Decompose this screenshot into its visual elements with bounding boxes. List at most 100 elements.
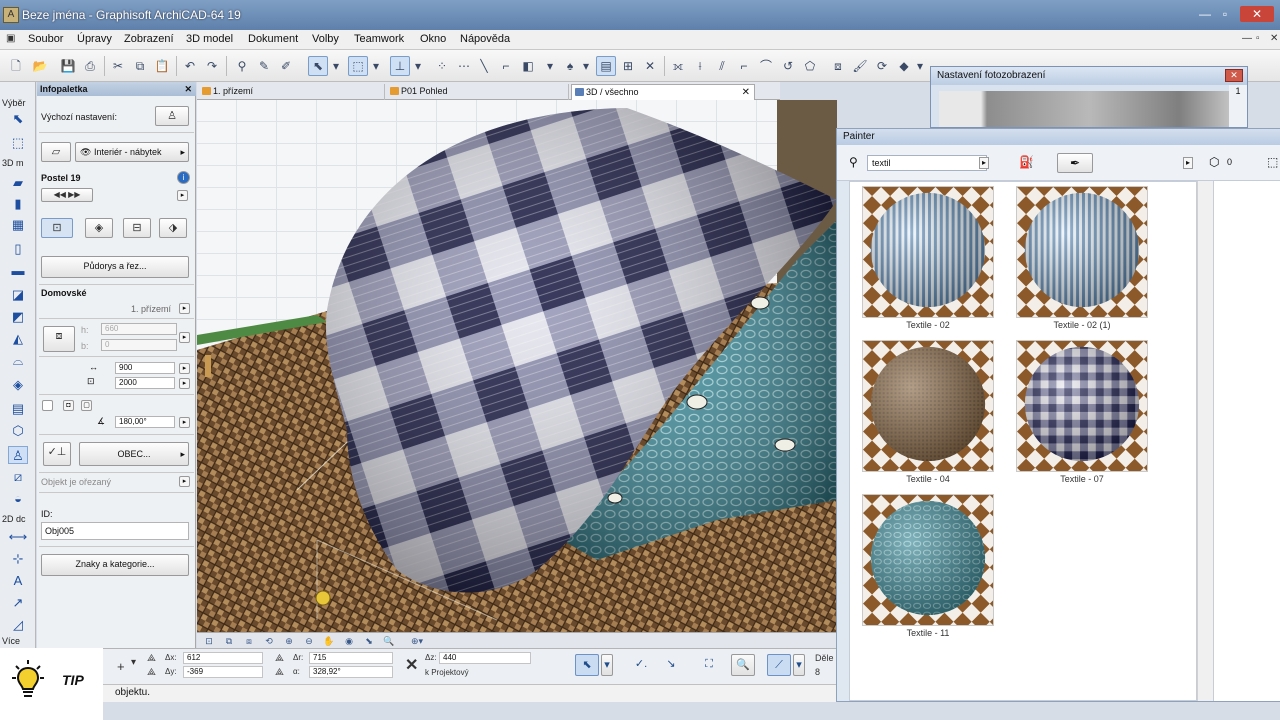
mesh-tool-icon[interactable]: ◒: [8, 490, 28, 508]
paint-bucket-icon[interactable]: ⛽: [1019, 155, 1034, 169]
close-icon[interactable]: ✕: [1225, 69, 1243, 82]
hand-icon[interactable]: ✋: [323, 635, 335, 647]
skylight-tool-icon[interactable]: ◈: [8, 376, 28, 394]
chevron-right-icon[interactable]: ▸: [179, 303, 190, 314]
wall-tool-icon[interactable]: ▰: [8, 174, 28, 192]
arrow-select-icon[interactable]: ⬉: [308, 56, 328, 76]
menu-dokument[interactable]: Dokument: [248, 33, 298, 45]
marquee-icon[interactable]: ⬚: [348, 56, 368, 76]
shell-tool-icon[interactable]: ⌓: [8, 352, 28, 370]
app-menu-icon[interactable]: ▣: [6, 33, 15, 44]
chevron-right-icon[interactable]: ▸: [179, 378, 190, 389]
chevron-right-icon[interactable]: ▸: [179, 476, 190, 487]
menu-upravy[interactable]: Úpravy: [77, 33, 112, 45]
mirror-checkbox[interactable]: [42, 400, 53, 411]
origin-plus-icon[interactable]: +: [117, 659, 125, 674]
id-input[interactable]: Obj005: [41, 522, 189, 540]
doc-minimize-icon[interactable]: —: [1242, 33, 1252, 44]
field-a-input[interactable]: 660: [101, 323, 177, 335]
print-icon[interactable]: ⎙: [80, 56, 100, 76]
dropdown-arrow-icon[interactable]: ▾: [540, 56, 560, 76]
dropdown-arrow-icon[interactable]: ▾: [580, 56, 592, 76]
material-grid-scrollbar[interactable]: [1197, 181, 1213, 701]
open-file-icon[interactable]: 📂: [30, 56, 50, 76]
menu-soubor[interactable]: Soubor: [28, 33, 63, 45]
inject-icon[interactable]: ✐: [276, 56, 296, 76]
chevron-right-icon[interactable]: ▸: [177, 190, 188, 201]
menu-napoveda[interactable]: Nápověda: [460, 33, 510, 45]
dropdown-arrow-icon[interactable]: ▾: [412, 56, 424, 76]
material-search-input[interactable]: textil: [867, 155, 987, 171]
zoom-fit-icon[interactable]: ⊡: [203, 635, 215, 647]
door-tool-icon[interactable]: ▮: [8, 195, 28, 213]
tab-3d-all[interactable]: 3D / všechno ✕: [571, 84, 755, 100]
tracker-icon[interactable]: ⟋: [767, 654, 791, 676]
zoom-out-icon[interactable]: ⊖: [303, 635, 315, 647]
redo-icon[interactable]: ↷: [202, 56, 222, 76]
pan-icon[interactable]: ⧈: [243, 635, 255, 647]
zone-tool-icon[interactable]: ⧄: [8, 468, 28, 486]
material-swatch[interactable]: Textile - 04: [862, 340, 994, 484]
layer-dropdown[interactable]: 👁 Interiér - nábytek ▸: [75, 142, 189, 162]
tab-ground-floor[interactable]: 1. přízemí: [199, 84, 385, 100]
chevron-right-icon[interactable]: ▸: [179, 363, 190, 374]
minimize-icon[interactable]: —: [1196, 6, 1214, 22]
tab-elevation[interactable]: P01 Pohled: [387, 84, 569, 100]
elevate-icon[interactable]: ⧈: [828, 56, 848, 76]
refresh-icon[interactable]: ⟳: [872, 56, 892, 76]
menu-volby[interactable]: Volby: [312, 33, 339, 45]
pick-up-icon[interactable]: ✎: [254, 56, 274, 76]
material-swatch[interactable]: Textile - 11: [862, 494, 994, 638]
stretch-icon[interactable]: ⬠: [800, 56, 820, 76]
explore-icon[interactable]: ◉: [343, 635, 355, 647]
close-icon[interactable]: ✕: [184, 82, 192, 96]
material-swatch[interactable]: Textile - 07: [1016, 340, 1148, 484]
search-dropdown-icon[interactable]: ▸: [979, 157, 989, 169]
dy-input[interactable]: -369: [183, 666, 263, 678]
reference-label[interactable]: k Projektový: [425, 668, 469, 677]
dropdown-arrow-icon[interactable]: ▾: [330, 56, 342, 76]
eyedropper-button[interactable]: ✒: [1057, 153, 1093, 173]
paste-icon[interactable]: 📋: [152, 56, 172, 76]
tags-categories-button[interactable]: Znaky a kategorie...: [41, 554, 189, 576]
cut-icon[interactable]: ✂: [108, 56, 128, 76]
dropdown-arrow-icon[interactable]: ▾: [370, 56, 382, 76]
grid-snap-icon[interactable]: ⛶: [697, 654, 721, 676]
dy-lock-icon[interactable]: ⟁: [147, 667, 156, 678]
dr-input[interactable]: 715: [309, 652, 393, 664]
info-icon[interactable]: i: [177, 171, 190, 184]
angle-lock-icon[interactable]: ⟁: [275, 667, 284, 678]
settings-icon[interactable]: ⬚: [1267, 155, 1278, 169]
chevron-right-icon[interactable]: ▸: [179, 417, 190, 428]
fillet-icon[interactable]: ⌒: [756, 56, 776, 76]
toolbox-more-label[interactable]: Více: [2, 636, 20, 646]
guide-icon[interactable]: ⋯: [454, 56, 474, 76]
line-icon[interactable]: ╲: [474, 56, 494, 76]
close-window-icon[interactable]: ✕: [1240, 6, 1274, 22]
window-tool-icon[interactable]: ▦: [8, 216, 28, 234]
material-swatch[interactable]: Textile - 02: [862, 186, 994, 330]
dx-input[interactable]: 612: [183, 652, 263, 664]
settings-dialog-button[interactable]: ♙: [155, 106, 189, 126]
obec-button[interactable]: OBEC... ▸: [79, 442, 189, 466]
marquee-tool-icon[interactable]: ⬚: [8, 134, 28, 152]
placement-method-icon[interactable]: ⊡: [41, 218, 73, 238]
zoom-icon[interactable]: 🔍: [731, 654, 755, 676]
copy-icon[interactable]: ⧉: [130, 56, 150, 76]
dr-lock-icon[interactable]: ⟁: [275, 653, 284, 664]
width-input[interactable]: 900: [115, 362, 175, 374]
trim-icon[interactable]: ⌐: [496, 56, 516, 76]
guide-line-icon[interactable]: ✓.: [629, 654, 653, 676]
menu-teamwork[interactable]: Teamwork: [354, 33, 404, 45]
surface-icon[interactable]: ◆: [894, 56, 914, 76]
rotated-placement-icon[interactable]: ◈: [85, 218, 113, 238]
dropdown-arrow-icon[interactable]: ▾: [131, 657, 136, 668]
close-tab-icon[interactable]: ✕: [742, 85, 750, 100]
layer-icon[interactable]: ◧: [518, 56, 538, 76]
label-tool-icon[interactable]: ↗: [8, 594, 28, 612]
dropdown-arrow-icon[interactable]: ▾: [601, 654, 613, 676]
gravity-icon[interactable]: ⊥: [390, 56, 410, 76]
dx-lock-icon[interactable]: ⟁: [147, 653, 156, 664]
dropdown-arrow-icon[interactable]: ▾: [914, 56, 926, 76]
rotate-placement-icon[interactable]: ⬗: [159, 218, 187, 238]
